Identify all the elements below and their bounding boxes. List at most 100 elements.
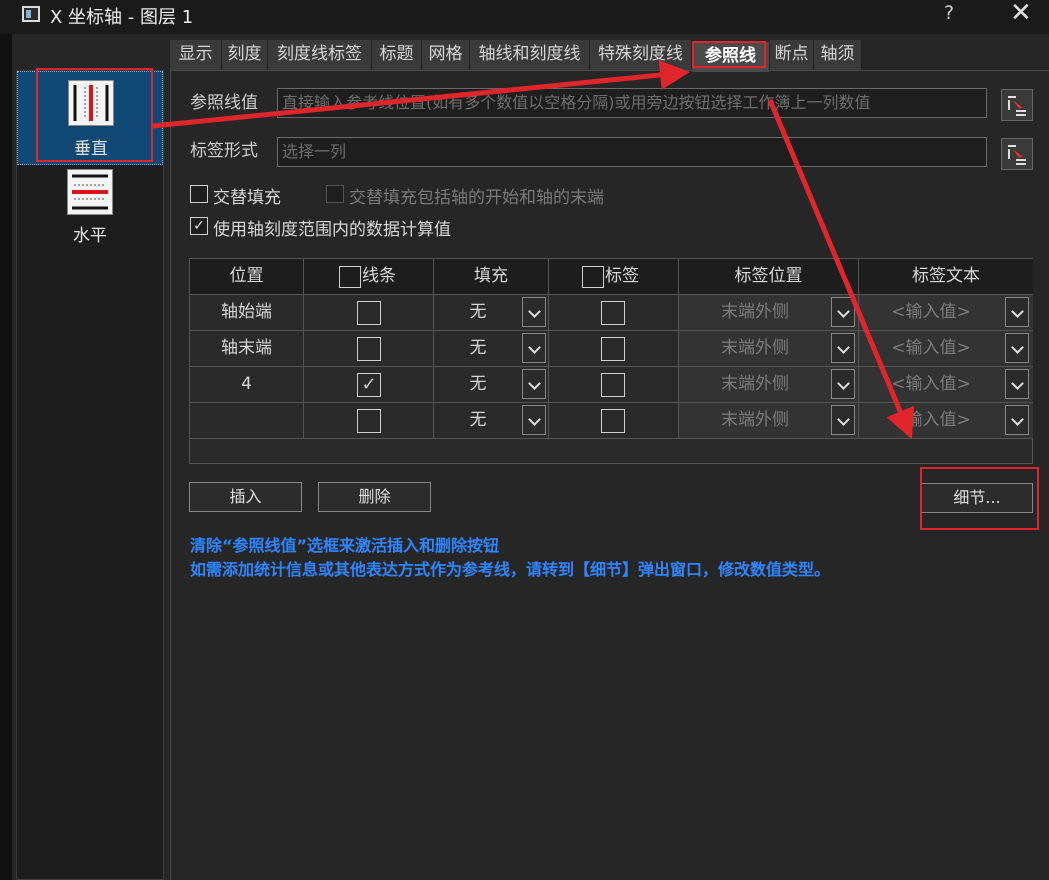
cell-label-position[interactable]: 末端外侧	[679, 403, 859, 439]
fill-value: 无	[469, 302, 487, 322]
fill-dropdown[interactable]	[522, 333, 546, 363]
help-button[interactable]: ?	[944, 2, 954, 24]
label-text-dropdown[interactable]	[1005, 333, 1029, 363]
insert-button[interactable]: 插入	[189, 482, 302, 512]
label-format-label: 标签形式	[190, 141, 258, 161]
line-checkbox[interactable]	[357, 337, 381, 361]
ref-value-label: 参照线值	[190, 93, 258, 113]
label-select-all-checkbox[interactable]	[582, 266, 604, 288]
app-window-icon	[22, 6, 40, 22]
sidebar-item-label: 垂直	[74, 139, 108, 159]
fill-value: 无	[469, 338, 487, 358]
cell-fill[interactable]: 无	[434, 367, 549, 403]
cell-label-text[interactable]: <输入值>	[859, 367, 1033, 403]
select-column-button[interactable]	[1001, 89, 1033, 121]
cell-label-text[interactable]: <输入值>	[859, 331, 1033, 367]
tab-display[interactable]: 显示	[170, 40, 222, 70]
fill-dropdown[interactable]	[522, 297, 546, 327]
column-picker-icon	[1008, 145, 1026, 165]
cell-label-text[interactable]: <输入值>	[859, 295, 1033, 331]
label-checkbox[interactable]	[601, 373, 625, 397]
cell-line[interactable]	[304, 295, 434, 331]
tab-breaks[interactable]: 断点	[770, 40, 814, 70]
sidebar-item-vertical[interactable]: 垂直	[17, 71, 163, 165]
col-header-label-text: 标签文本	[859, 259, 1033, 295]
label-checkbox[interactable]	[601, 409, 625, 433]
col-header-label[interactable]: 标签	[549, 259, 679, 295]
cell-label[interactable]	[549, 295, 679, 331]
cell-label-position[interactable]: 末端外侧	[679, 295, 859, 331]
tab-special-ticks[interactable]: 特殊刻度线	[590, 40, 692, 70]
label-text-value: <输入值>	[891, 410, 971, 430]
line-checkbox[interactable]: ✓	[357, 373, 381, 397]
cell-fill[interactable]: 无	[434, 403, 549, 439]
info-text-clear: 清除“参照线值”选框来激活插入和删除按钮	[190, 536, 500, 555]
col-header-line[interactable]: 线条	[304, 259, 434, 295]
alt-fill-checkbox[interactable]	[190, 185, 208, 203]
alt-fill-ends-label: 交替填充包括轴的开始和轴的末端	[349, 188, 604, 208]
info-text-details: 如需添加统计信息或其他表达方式作为参考线，请转到【细节】弹出窗口，修改数值类型。	[190, 560, 831, 579]
label-position-dropdown[interactable]	[831, 405, 855, 435]
cell-position[interactable]: 4	[190, 367, 304, 403]
fill-dropdown[interactable]	[522, 405, 546, 435]
cell-position[interactable]: 轴始端	[190, 295, 304, 331]
sidebar-item-horizontal[interactable]: 水平	[17, 165, 163, 255]
label-checkbox[interactable]	[601, 301, 625, 325]
cell-fill[interactable]: 无	[434, 295, 549, 331]
cell-label[interactable]	[549, 331, 679, 367]
cell-label-text[interactable]: <输入值>	[859, 403, 1033, 439]
details-button[interactable]: 细节...	[921, 483, 1033, 513]
cell-line[interactable]: ✓	[304, 367, 434, 403]
col-header-label-position: 标签位置	[679, 259, 859, 295]
tab-grid[interactable]: 网格	[422, 40, 470, 70]
label-format-input[interactable]: 选择一列	[277, 137, 987, 167]
tab-rug[interactable]: 轴须	[814, 40, 862, 70]
ref-value-input[interactable]: 直接输入参考线位置(如有多个数值以空格分隔)或用旁边按钮选择工作簿上一列数值	[277, 88, 987, 118]
column-picker-icon	[1008, 96, 1026, 116]
tab-tick-labels[interactable]: 刻度线标签	[268, 40, 372, 70]
reference-lines-table: 位置 线条 填充 标签 标签位置 标签文本 轴始端 无 末端外侧 <输入值> 轴…	[189, 258, 1033, 464]
label-text-dropdown[interactable]	[1005, 405, 1029, 435]
vertical-axis-icon	[68, 80, 114, 126]
cell-label[interactable]	[549, 367, 679, 403]
fill-value: 无	[469, 410, 487, 430]
reference-lines-panel	[170, 70, 1049, 880]
use-axis-range-label: 使用轴刻度范围内的数据计算值	[213, 220, 451, 240]
cell-line[interactable]	[304, 331, 434, 367]
col-header-label-label: 标签	[605, 266, 639, 286]
label-position-dropdown[interactable]	[831, 297, 855, 327]
use-axis-range-checkbox[interactable]: ✓	[190, 217, 208, 235]
alt-fill-label: 交替填充	[213, 188, 281, 208]
cell-position[interactable]: 轴末端	[190, 331, 304, 367]
cell-position[interactable]	[190, 403, 304, 439]
select-label-column-button[interactable]	[1001, 138, 1033, 170]
label-text-dropdown[interactable]	[1005, 369, 1029, 399]
cell-label-position[interactable]: 末端外侧	[679, 367, 859, 403]
label-text-value: <输入值>	[891, 302, 971, 322]
alt-fill-ends-checkbox[interactable]	[326, 185, 344, 203]
cell-label[interactable]	[549, 403, 679, 439]
label-checkbox[interactable]	[601, 337, 625, 361]
cell-fill[interactable]: 无	[434, 331, 549, 367]
col-header-fill: 填充	[434, 259, 549, 295]
col-header-line-label: 线条	[362, 266, 396, 286]
label-text-dropdown[interactable]	[1005, 297, 1029, 327]
cell-label-position[interactable]: 末端外侧	[679, 331, 859, 367]
line-checkbox[interactable]	[357, 409, 381, 433]
delete-button[interactable]: 删除	[318, 482, 431, 512]
horizontal-axis-icon	[67, 169, 113, 215]
tab-reference-lines[interactable]: 参照线	[692, 42, 770, 72]
sidebar-item-label: 水平	[73, 226, 107, 246]
tab-title[interactable]: 标题	[372, 40, 422, 70]
tab-line-ticks[interactable]: 轴线和刻度线	[470, 40, 590, 70]
label-position-dropdown[interactable]	[831, 333, 855, 363]
close-button[interactable]: ✕	[1010, 0, 1032, 28]
label-position-value: 末端外侧	[721, 302, 789, 322]
line-select-all-checkbox[interactable]	[339, 266, 361, 288]
axis-direction-list: 垂直 水平	[16, 70, 164, 880]
line-checkbox[interactable]	[357, 301, 381, 325]
cell-line[interactable]	[304, 403, 434, 439]
tab-scale[interactable]: 刻度	[222, 40, 268, 70]
label-position-dropdown[interactable]	[831, 369, 855, 399]
fill-dropdown[interactable]	[522, 369, 546, 399]
